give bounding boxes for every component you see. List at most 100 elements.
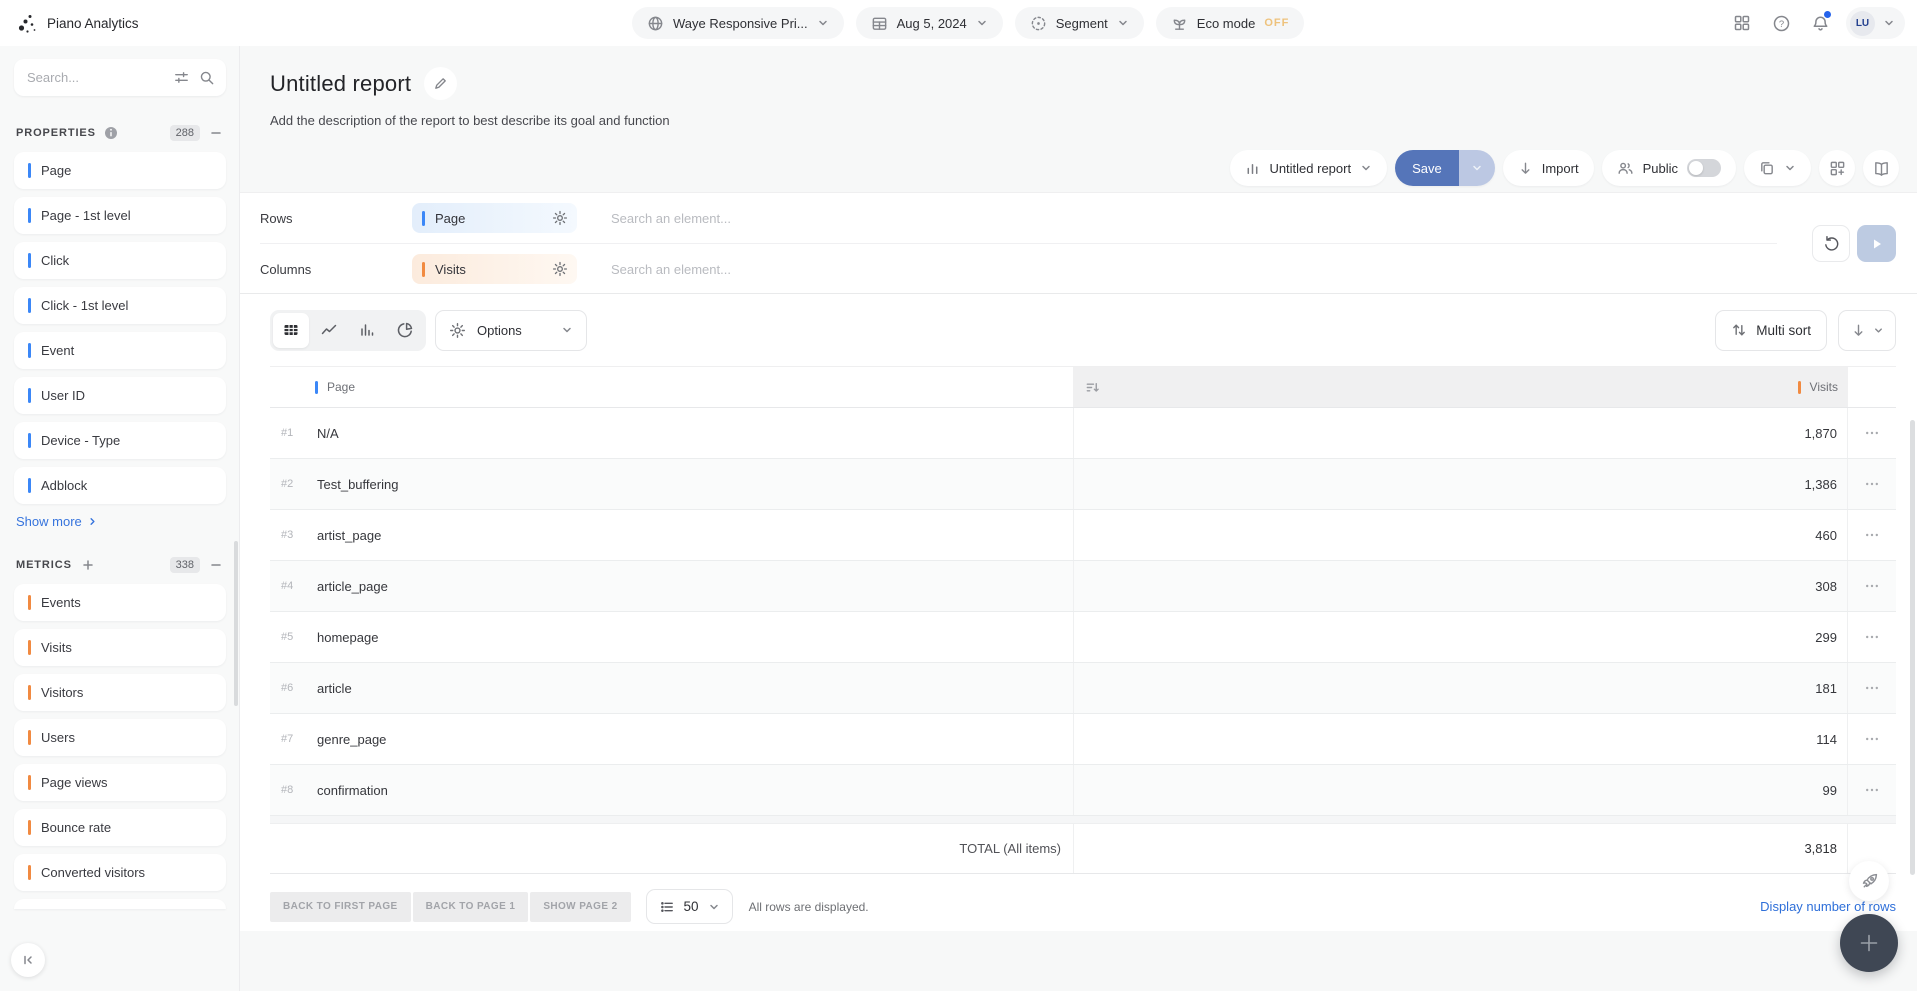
date-selector[interactable]: Aug 5, 2024 xyxy=(855,7,1003,39)
public-toggle-button[interactable]: Public xyxy=(1601,150,1736,186)
search-icon[interactable] xyxy=(199,70,215,86)
row-rank: #8 xyxy=(281,784,294,796)
collapse-properties-button[interactable] xyxy=(208,125,224,141)
row-rank: #1 xyxy=(281,427,294,439)
metric-item[interactable]: Visitors xyxy=(14,674,226,711)
metric-item[interactable]: Events xyxy=(14,584,226,621)
boost-button[interactable] xyxy=(1849,861,1889,901)
add-button[interactable] xyxy=(1840,914,1898,972)
edit-title-button[interactable] xyxy=(424,67,458,100)
save-button[interactable]: Save xyxy=(1395,150,1459,186)
search-input[interactable] xyxy=(27,70,164,85)
apps-grid-icon xyxy=(1733,14,1751,32)
table-row[interactable]: #7 genre_page 114 xyxy=(270,714,1896,765)
sort-descending-icon[interactable] xyxy=(1085,380,1100,395)
table-row[interactable]: #8 confirmation 99 xyxy=(270,765,1896,816)
bar-chart-view-tab[interactable] xyxy=(349,313,385,348)
report-selector[interactable]: Untitled report xyxy=(1230,150,1388,186)
property-item[interactable]: Adblock xyxy=(14,467,226,504)
download-dropdown[interactable] xyxy=(1838,309,1896,351)
row-menu-button[interactable] xyxy=(1848,408,1896,458)
metric-label: Users xyxy=(41,730,75,745)
row-rank: #7 xyxy=(281,733,294,745)
site-selector[interactable]: Waye Responsive Pri... xyxy=(632,7,844,39)
add-widget-button[interactable] xyxy=(1819,150,1855,186)
user-menu[interactable]: LU xyxy=(1846,7,1905,39)
property-accent-bar xyxy=(28,388,31,403)
table-row[interactable]: #3 artist_page 460 xyxy=(270,510,1896,561)
run-button[interactable] xyxy=(1857,225,1896,262)
help-button[interactable]: ? xyxy=(1764,6,1798,40)
row-menu-button[interactable] xyxy=(1848,612,1896,662)
page-scrollbar[interactable] xyxy=(1910,420,1915,875)
property-item[interactable]: Event xyxy=(14,332,226,369)
metric-item[interactable]: Visits xyxy=(14,629,226,666)
property-item[interactable]: Page - 1st level xyxy=(14,197,226,234)
info-icon[interactable] xyxy=(104,126,118,140)
metric-item[interactable]: Users xyxy=(14,719,226,756)
table-row[interactable]: #1 N/A 1,870 xyxy=(270,408,1896,459)
add-metric-button[interactable] xyxy=(80,557,96,573)
show-page-2-button[interactable]: SHOW PAGE 2 xyxy=(530,891,631,922)
metric-item[interactable]: Page views xyxy=(14,764,226,801)
options-dropdown[interactable]: Options xyxy=(435,309,587,351)
rows-element-chip[interactable]: Page xyxy=(412,203,577,233)
row-menu-button[interactable] xyxy=(1848,663,1896,713)
segment-selector[interactable]: Segment xyxy=(1014,7,1144,39)
notifications-button[interactable] xyxy=(1803,6,1837,40)
import-button[interactable]: Import xyxy=(1502,150,1594,186)
row-menu-button[interactable] xyxy=(1848,765,1896,815)
apps-grid-button[interactable] xyxy=(1725,6,1759,40)
property-item[interactable]: Click - 1st level xyxy=(14,287,226,324)
page-size-dropdown[interactable]: 50 xyxy=(645,889,733,924)
table-row[interactable]: #2 Test_buffering 1,386 xyxy=(270,459,1896,510)
metric-item[interactable]: Bounce rate xyxy=(14,809,226,846)
report-toolbar: Untitled report Save Import Public xyxy=(1230,150,1899,186)
library-button[interactable] xyxy=(1863,150,1899,186)
visits-column-header[interactable]: Visits xyxy=(1073,367,1848,407)
rows-search-input[interactable] xyxy=(611,210,951,226)
brand[interactable]: Piano Analytics xyxy=(16,0,139,46)
table-view-tab[interactable] xyxy=(273,312,309,348)
save-options-button[interactable] xyxy=(1458,150,1495,186)
row-menu-button[interactable] xyxy=(1848,561,1896,611)
people-icon xyxy=(1617,160,1634,177)
property-item[interactable]: User ID xyxy=(14,377,226,414)
columns-search-input[interactable] xyxy=(611,261,951,277)
row-page-value: confirmation xyxy=(317,782,388,798)
multi-sort-button[interactable]: Multi sort xyxy=(1715,309,1827,351)
back-to-first-page-button[interactable]: BACK TO FIRST PAGE xyxy=(270,891,411,922)
row-rank: #5 xyxy=(281,631,294,643)
sidebar-scrollbar[interactable] xyxy=(234,541,238,706)
table-row[interactable]: #4 article_page 308 xyxy=(270,561,1896,612)
reset-button[interactable] xyxy=(1812,225,1850,262)
metric-item[interactable]: Converted visitors xyxy=(14,854,226,891)
display-number-of-rows-link[interactable]: Display number of rows xyxy=(1760,899,1896,914)
page-column-header[interactable]: Page xyxy=(270,367,1073,407)
property-item[interactable]: Page xyxy=(14,152,226,189)
row-menu-button[interactable] xyxy=(1848,510,1896,560)
collapse-sidebar-button[interactable] xyxy=(11,943,45,977)
row-menu-button[interactable] xyxy=(1848,459,1896,509)
table-row[interactable]: #6 article 181 xyxy=(270,663,1896,714)
arrow-down-icon xyxy=(1851,323,1866,338)
eco-mode-toggle[interactable]: Eco mode OFF xyxy=(1155,7,1305,39)
show-more-link[interactable]: Show more xyxy=(16,514,98,529)
gear-icon[interactable] xyxy=(552,261,568,277)
pie-chart-view-tab[interactable] xyxy=(387,313,423,348)
filter-sliders-icon[interactable] xyxy=(173,69,190,86)
back-to-page-1-button[interactable]: BACK TO PAGE 1 xyxy=(412,891,529,922)
line-chart-view-tab[interactable] xyxy=(311,313,347,348)
duplicate-button[interactable] xyxy=(1744,150,1811,186)
columns-element-chip[interactable]: Visits xyxy=(412,254,577,284)
row-page-value: homepage xyxy=(317,629,379,645)
row-menu-button[interactable] xyxy=(1848,714,1896,764)
public-toggle[interactable] xyxy=(1687,159,1721,177)
property-item[interactable]: Click xyxy=(14,242,226,279)
collapse-metrics-button[interactable] xyxy=(208,557,224,573)
property-item[interactable]: Device - Type xyxy=(14,422,226,459)
report-description[interactable]: Add the description of the report to bes… xyxy=(270,113,670,128)
help-icon: ? xyxy=(1772,14,1791,33)
table-row[interactable]: #5 homepage 299 xyxy=(270,612,1896,663)
gear-icon[interactable] xyxy=(552,210,568,226)
